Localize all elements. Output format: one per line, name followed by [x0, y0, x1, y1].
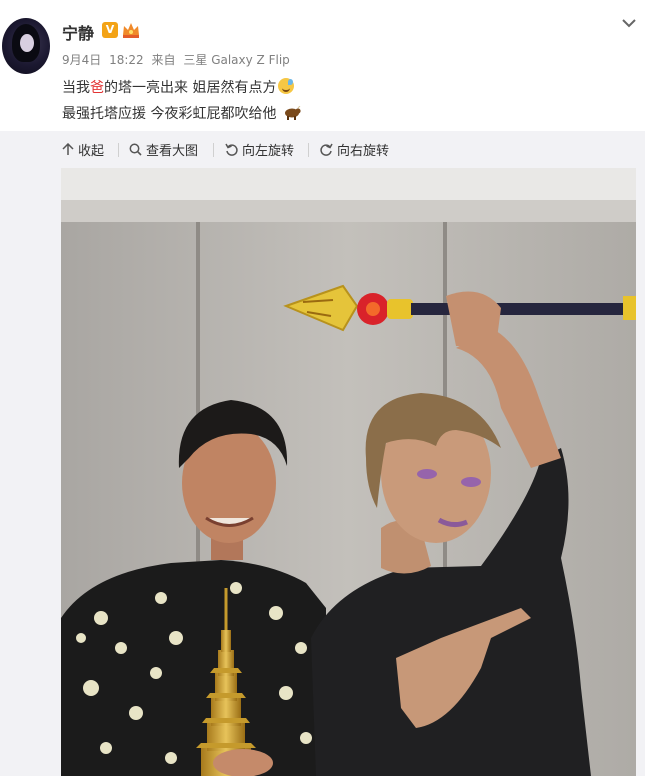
arrow-up-icon: [62, 143, 74, 155]
collapse-button[interactable]: 收起: [62, 140, 104, 159]
post-text-part: 最强托塔应援 今夜彩虹屁都吹给他: [62, 106, 277, 122]
toolbar-divider: [213, 143, 214, 157]
rotate-right-button[interactable]: 向右旋转: [320, 140, 389, 159]
rotate-right-icon: [320, 143, 333, 156]
photo-illustration: [61, 168, 636, 776]
collapse-label: 收起: [78, 144, 105, 159]
post-time[interactable]: 18:22: [109, 53, 144, 67]
cow-emoji-icon: [284, 106, 301, 120]
post-text-highlight: 爸: [90, 80, 104, 96]
post-text-line-2: 最强托塔应援 今夜彩虹屁都吹给他: [62, 103, 301, 123]
view-large-label: 查看大图: [146, 144, 199, 159]
sweat-smile-emoji-icon: [278, 78, 295, 94]
verified-badge-icon: V: [102, 22, 118, 38]
post-text-part: 的塔一亮出来 姐居然有点方: [104, 80, 277, 96]
rotate-left-label: 向左旋转: [242, 144, 295, 159]
source-device[interactable]: 三星 Galaxy Z Flip: [183, 53, 289, 67]
avatar[interactable]: [2, 18, 50, 74]
rotate-left-button[interactable]: 向左旋转: [225, 140, 294, 159]
post-header: 宁静 V 9月4日 18:22 来自 三星 Galaxy Z Flip 当我爸的…: [0, 0, 645, 131]
search-icon: [129, 143, 142, 156]
view-large-button[interactable]: 查看大图: [129, 140, 198, 159]
post-photo[interactable]: [61, 168, 636, 776]
toolbar-divider: [308, 143, 309, 157]
post-text-line-1: 当我爸的塔一亮出来 姐居然有点方: [62, 77, 295, 97]
post-date[interactable]: 9月4日: [62, 53, 101, 67]
avatar-face: [20, 34, 34, 52]
chevron-down-icon[interactable]: [620, 14, 638, 32]
rotate-right-label: 向右旋转: [337, 144, 390, 159]
source-prefix: 来自: [151, 53, 176, 67]
crown-icon: [123, 23, 139, 38]
toolbar-divider: [118, 143, 119, 157]
post-meta: 9月4日 18:22 来自 三星 Galaxy Z Flip: [62, 51, 294, 68]
post-text-part: 当我: [62, 80, 90, 96]
username[interactable]: 宁静: [62, 20, 94, 44]
rotate-left-icon: [225, 143, 238, 156]
